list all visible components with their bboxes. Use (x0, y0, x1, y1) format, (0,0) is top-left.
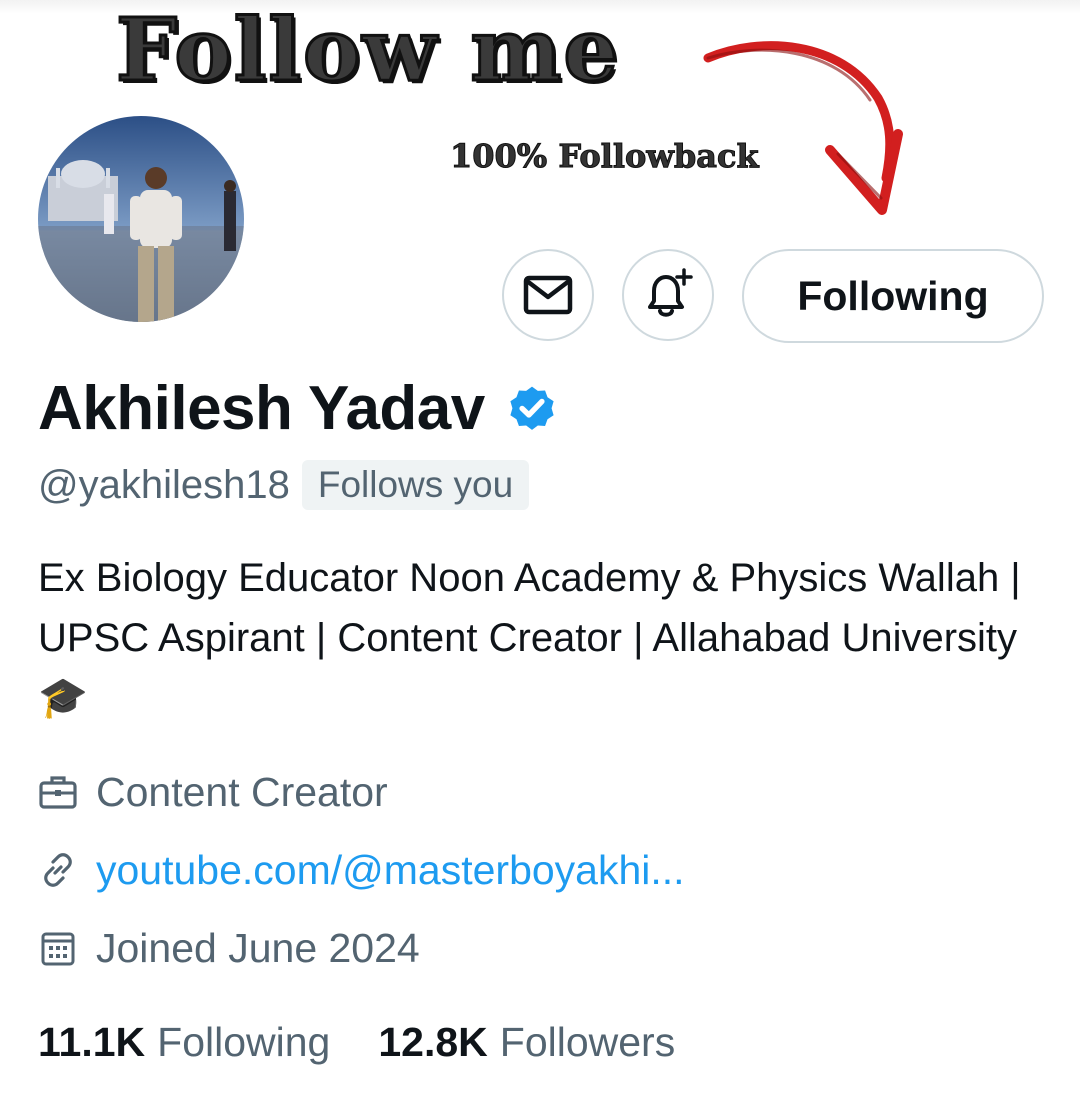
envelope-icon (523, 275, 573, 315)
following-count: 11.1K (38, 1018, 146, 1065)
banner-title: Follow me (114, 0, 621, 101)
profile-joined-row: Joined June 2024 (38, 918, 420, 978)
message-button[interactable] (502, 249, 594, 341)
profile-website-link[interactable]: youtube.com/@masterboyakhi... (96, 847, 685, 894)
profile-bio: Ex Biology Educator Noon Academy & Physi… (38, 556, 1021, 720)
following-label: Following (157, 1018, 331, 1065)
profile-category: Content Creator (96, 768, 388, 815)
profile-handle: @yakhilesh18 (38, 462, 290, 507)
link-icon (38, 851, 78, 889)
follows-you-badge: Follows you (301, 460, 530, 510)
verified-badge-icon[interactable] (505, 381, 559, 435)
briefcase-icon (38, 774, 78, 810)
followers-stat[interactable]: 12.8K Followers (378, 1019, 675, 1066)
followers-count: 12.8K (378, 1018, 488, 1065)
avatar-photo (38, 116, 244, 322)
notifications-button[interactable] (622, 249, 714, 341)
profile-page: Follow me 100% Followback Following Akhi… (0, 0, 1080, 1112)
followers-label: Followers (499, 1018, 676, 1065)
profile-stats: 11.1K Following 12.8K Followers (38, 1012, 675, 1072)
bell-plus-icon (648, 268, 693, 317)
red-arrow-icon (703, 41, 903, 215)
profile-website-row: youtube.com/@masterboyakhi... (38, 840, 685, 900)
calendar-icon (38, 929, 78, 967)
profile-joined-date: Joined June 2024 (96, 924, 420, 971)
following-stat[interactable]: 11.1K Following (38, 1019, 330, 1066)
profile-handle-row: @yakhilesh18 Follows you (38, 458, 530, 512)
profile-name: Akhilesh Yadav (38, 373, 485, 443)
profile-avatar[interactable] (38, 116, 244, 322)
following-button[interactable]: Following (742, 249, 1044, 343)
profile-category-row: Content Creator (38, 762, 388, 822)
profile-name-row: Akhilesh Yadav (38, 372, 559, 444)
